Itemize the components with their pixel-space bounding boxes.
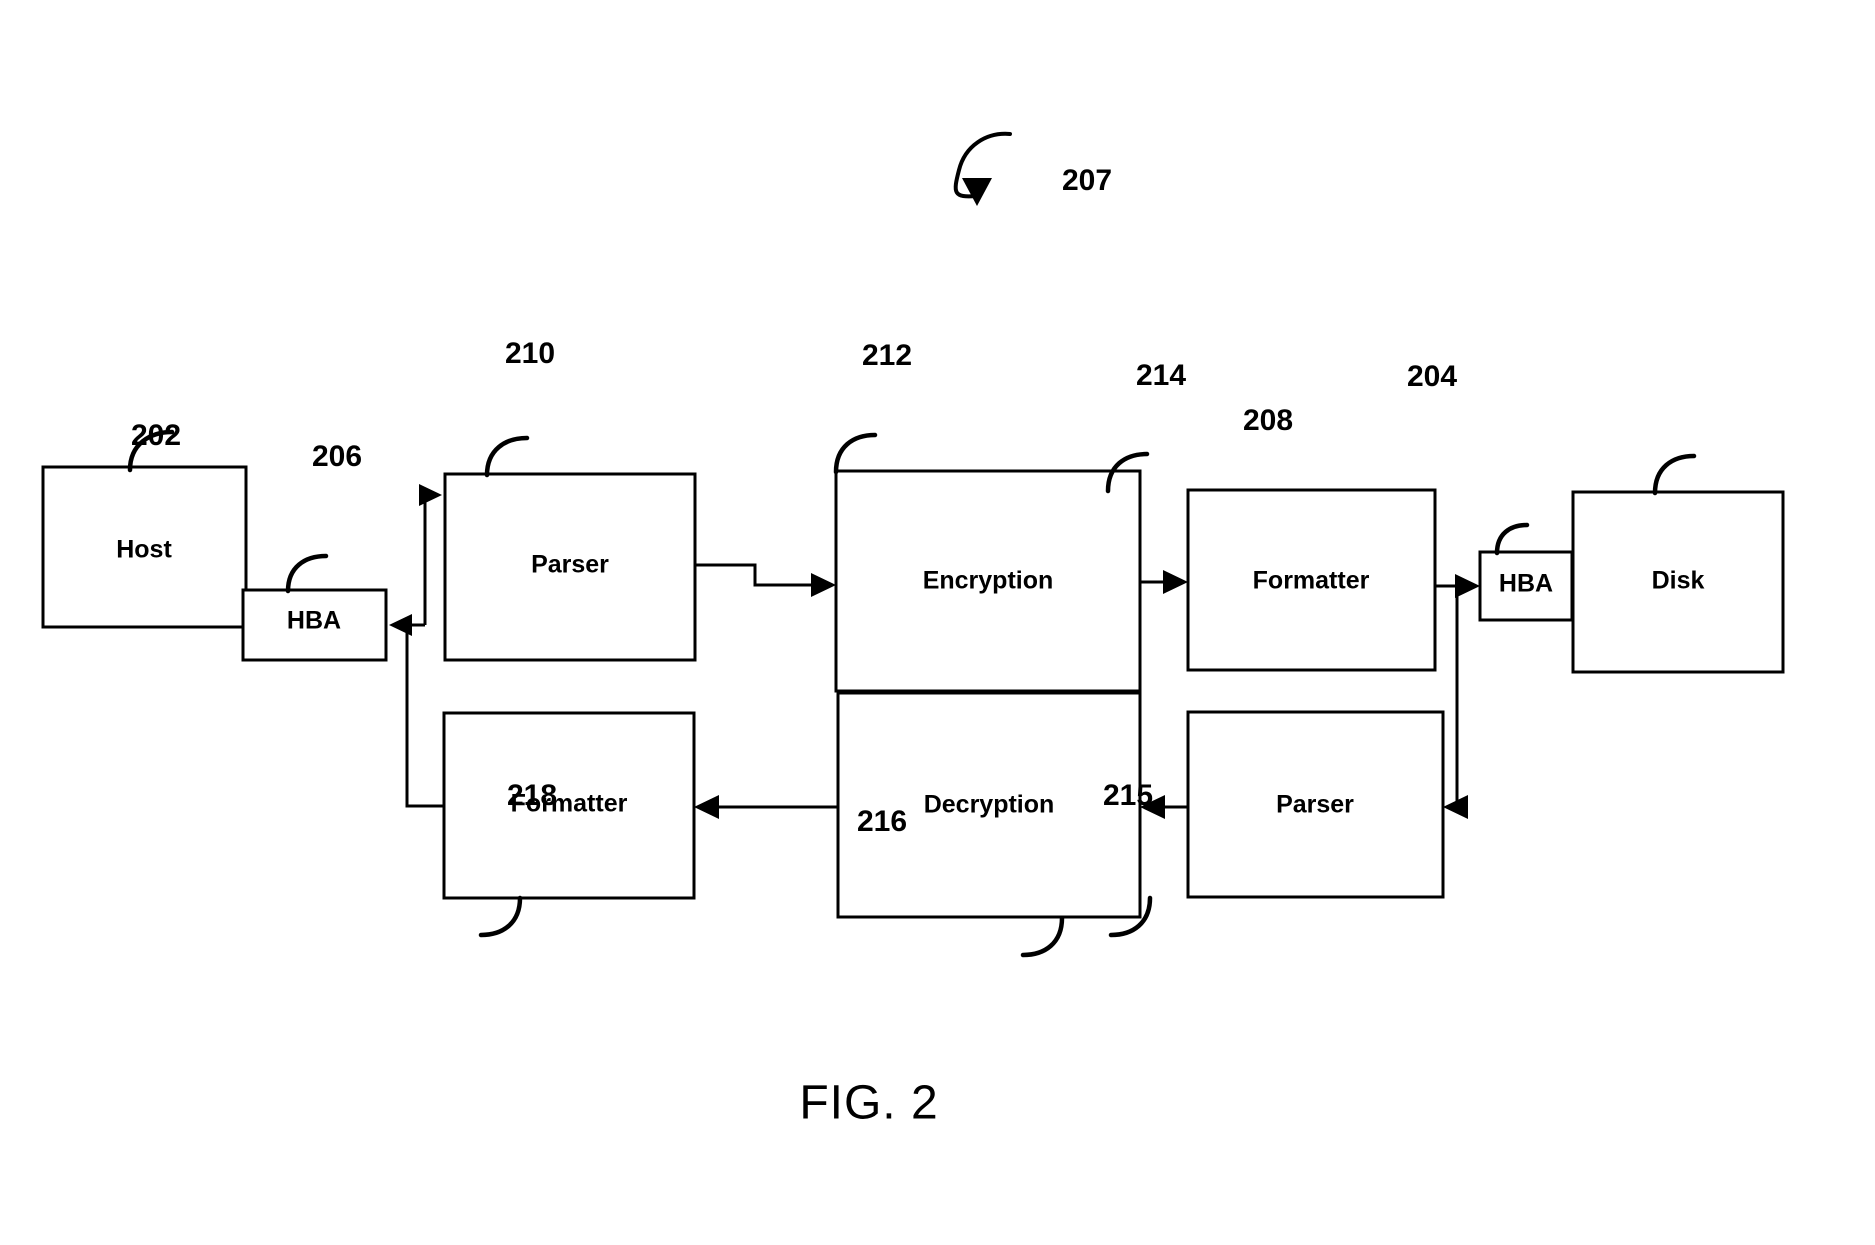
patent-figure-2: Host HBA Parser Encryption Formatter HBA… [0,0,1875,1245]
block-label-decryption: Decryption [924,791,1055,819]
arrowhead-formatter-bottom-in [694,795,719,819]
overall-arrow-207-head [962,178,992,206]
block-label-host: Host [116,536,172,564]
figure-canvas: Host HBA Parser Encryption Formatter HBA… [41,131,1785,1130]
leader-216 [1020,915,1065,958]
block-label-hba-disk: HBA [1499,570,1553,598]
ref-num-215: 215 [1103,779,1153,812]
leader-204 [1652,453,1697,496]
leader-218 [478,895,523,938]
block-label-disk: Disk [1652,567,1705,595]
leader-210 [484,435,530,478]
connector-parser-top-to-encryption [695,563,828,587]
arrowhead-hba-host-in [389,614,412,636]
ref-num-216: 216 [857,805,907,838]
connector-formatter-bottom-to-hba-path [405,625,444,808]
leader-206 [285,553,329,594]
connector-hba-to-parser-top [423,493,438,625]
leader-208 [1494,522,1530,556]
arrowhead-encryption-in [811,573,836,597]
ref-num-202: 202 [131,419,181,452]
arrowhead-hba-disk-in [1455,574,1480,598]
ref-num-210: 210 [505,337,555,370]
arrowhead-formatter-top-in [1163,570,1188,594]
ref-num-218: 218 [507,779,557,812]
figure-caption: FIG. 2 [799,1077,938,1130]
ref-num-204: 204 [1407,360,1457,393]
connector-hba-disk-to-parser-bottom [1453,586,1459,809]
leader-212 [833,432,878,475]
ref-num-208: 208 [1243,404,1293,437]
block-label-encryption: Encryption [923,567,1054,595]
ref-num-212: 212 [862,339,912,372]
ref-num-207: 207 [1062,164,1112,197]
block-label-formatter-top: Formatter [1253,567,1370,595]
ref-num-214: 214 [1136,359,1186,392]
ref-num-206: 206 [312,440,362,473]
block-label-hba-host: HBA [287,607,341,635]
block-label-parser-top: Parser [531,551,609,579]
block-label-parser-bottom: Parser [1276,791,1354,819]
arrowhead-parser-top-in [419,484,442,506]
